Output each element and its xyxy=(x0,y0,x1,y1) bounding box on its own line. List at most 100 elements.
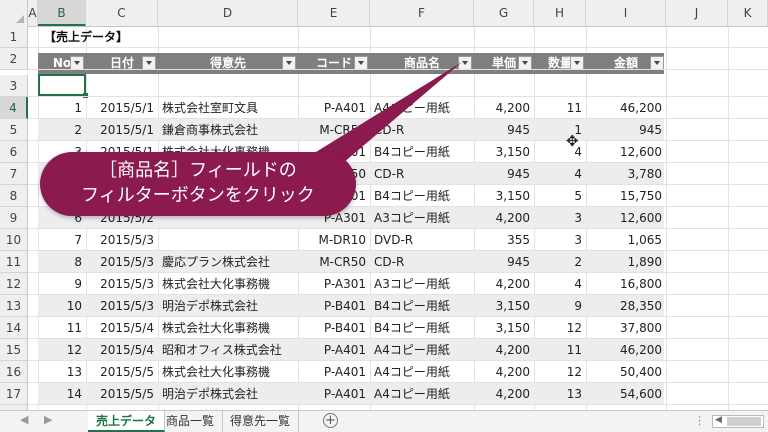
table-cell[interactable]: 慶応プラン株式会社 xyxy=(158,251,298,273)
table-cell[interactable]: B4コピー用紙 xyxy=(370,295,474,317)
table-row[interactable]: 7 2015/5/3 M-DR10 DVD-R 355 3 1,065 xyxy=(38,229,664,251)
table-cell[interactable]: 4 xyxy=(534,163,586,185)
table-cell[interactable]: 2015/5/5 xyxy=(86,383,158,405)
table-cell[interactable] xyxy=(158,229,298,251)
scroll-left-icon[interactable]: ◀ xyxy=(715,415,722,425)
table-cell[interactable]: M-DR10 xyxy=(298,229,370,251)
table-row[interactable]: 8 2015/5/3 慶応プラン株式会社 M-CR50 CD-R 945 2 1,890 xyxy=(38,251,664,273)
table-cell[interactable]: 鎌倉商事株式会社 xyxy=(158,119,298,141)
table-cell[interactable]: CD-R xyxy=(370,251,474,273)
table-cell[interactable]: 10 xyxy=(38,295,86,317)
scrollbar-thumb[interactable] xyxy=(727,417,761,426)
table-cell[interactable]: 3 xyxy=(534,207,586,229)
table-cell[interactable]: 13 xyxy=(38,361,86,383)
row-header-6[interactable]: 6 xyxy=(0,141,28,163)
table-row[interactable]: 13 2015/5/5 株式会社大化事務機 P-A401 A4コピー用紙 4,200 12 5… xyxy=(38,361,664,383)
table-cell[interactable]: 15,750 xyxy=(586,185,666,207)
column-header-e[interactable]: E xyxy=(298,0,370,26)
table-cell[interactable]: CD-R xyxy=(370,119,474,141)
table-cell[interactable]: 945 xyxy=(474,163,534,185)
table-cell[interactable]: 2015/5/3 xyxy=(86,251,158,273)
table-cell[interactable]: P-A401 xyxy=(298,361,370,383)
table-row[interactable]: 11 2015/5/4 株式会社大化事務機 P-B401 B4コピー用紙 3,150 12 3… xyxy=(38,317,664,339)
table-cell[interactable]: 11 xyxy=(38,317,86,339)
table-cell[interactable]: 株式会社大化事務機 xyxy=(158,273,298,295)
table-cell[interactable]: 4,200 xyxy=(474,273,534,295)
row-header-11[interactable]: 11 xyxy=(0,251,28,273)
tab-scroll-left-icon[interactable]: ◀ xyxy=(20,413,28,426)
table-cell[interactable]: 2015/5/3 xyxy=(86,229,158,251)
table-cell[interactable]: B4コピー用紙 xyxy=(370,317,474,339)
filter-dropdown-icon[interactable] xyxy=(282,56,296,70)
filter-dropdown-icon[interactable] xyxy=(650,56,664,70)
add-sheet-icon[interactable]: + xyxy=(323,413,338,428)
table-cell[interactable]: 2015/5/1 xyxy=(86,119,158,141)
table-cell[interactable]: 37,800 xyxy=(586,317,666,339)
column-header-g[interactable]: G xyxy=(474,0,534,26)
table-cell[interactable]: 54,600 xyxy=(586,383,666,405)
table-cell[interactable]: 12,600 xyxy=(586,207,666,229)
table-cell[interactable]: P-A401 xyxy=(298,339,370,361)
table-cell[interactable]: 945 xyxy=(586,119,666,141)
row-header-4[interactable]: 4 xyxy=(0,97,28,119)
table-cell[interactable]: 昭和オフィス株式会社 xyxy=(158,339,298,361)
table-cell[interactable]: 8 xyxy=(38,251,86,273)
tab-sales-data[interactable]: 売上データ xyxy=(88,411,166,432)
table-cell[interactable]: 945 xyxy=(474,119,534,141)
table-cell[interactable]: 3,150 xyxy=(474,185,534,207)
table-cell[interactable]: B4コピー用紙 xyxy=(370,141,474,163)
table-cell[interactable]: 3,150 xyxy=(474,295,534,317)
table-cell[interactable]: 50,400 xyxy=(586,361,666,383)
table-cell[interactable]: 3,150 xyxy=(474,317,534,339)
table-cell[interactable]: 2015/5/5 xyxy=(86,361,158,383)
column-header-d[interactable]: D xyxy=(158,0,298,26)
table-cell[interactable]: 11 xyxy=(534,97,586,119)
table-cell[interactable]: 7 xyxy=(38,229,86,251)
column-header-h[interactable]: H xyxy=(534,0,586,26)
tab-customer-list[interactable]: 得意先一覧 xyxy=(222,411,300,432)
table-cell[interactable]: 28,350 xyxy=(586,295,666,317)
table-cell[interactable]: A3コピー用紙 xyxy=(370,207,474,229)
row-header-17[interactable]: 17 xyxy=(0,383,28,405)
tab-product-list[interactable]: 商品一覧 xyxy=(158,411,224,432)
table-cell[interactable]: 14 xyxy=(38,383,86,405)
table-row[interactable]: 12 2015/5/4 昭和オフィス株式会社 P-A401 A4コピー用紙 4,200 11… xyxy=(38,339,664,361)
table-cell[interactable]: P-A401 xyxy=(298,383,370,405)
table-row[interactable]: 10 2015/5/3 明治デポ株式会社 P-B401 B4コピー用紙 3,150 9 28,… xyxy=(38,295,664,317)
filter-dropdown-icon[interactable] xyxy=(354,56,368,70)
table-cell[interactable]: 4 xyxy=(534,273,586,295)
horizontal-scrollbar[interactable]: ◀ xyxy=(712,415,764,428)
table-cell[interactable]: 9 xyxy=(534,295,586,317)
row-header-2[interactable]: 2 xyxy=(0,48,28,70)
table-cell[interactable]: 1,065 xyxy=(586,229,666,251)
table-cell[interactable]: A4コピー用紙 xyxy=(370,97,474,119)
table-row[interactable]: 1 2015/5/1 株式会社室町文具 P-A401 A4コピー用紙 4,200 11 46,… xyxy=(38,97,664,119)
table-cell[interactable]: 12,600 xyxy=(586,141,666,163)
table-cell[interactable]: B4コピー用紙 xyxy=(370,185,474,207)
table-cell[interactable]: 46,200 xyxy=(586,97,666,119)
table-cell[interactable]: 16,800 xyxy=(586,273,666,295)
table-cell[interactable]: A4コピー用紙 xyxy=(370,339,474,361)
table-cell[interactable]: 355 xyxy=(474,229,534,251)
table-cell[interactable]: P-B401 xyxy=(298,317,370,339)
table-cell[interactable]: 13 xyxy=(534,383,586,405)
table-cell[interactable]: 株式会社大化事務機 xyxy=(158,317,298,339)
row-header-9[interactable]: 9 xyxy=(0,207,28,229)
table-cell[interactable]: 945 xyxy=(474,251,534,273)
table-cell[interactable]: 明治デポ株式会社 xyxy=(158,383,298,405)
filter-dropdown-icon[interactable] xyxy=(458,56,472,70)
table-cell[interactable]: A4コピー用紙 xyxy=(370,361,474,383)
column-header-j[interactable]: J xyxy=(666,0,728,26)
column-header-b[interactable]: B xyxy=(38,0,86,26)
table-cell[interactable]: P-B401 xyxy=(298,295,370,317)
table-cell[interactable]: 2015/5/4 xyxy=(86,317,158,339)
table-cell[interactable]: 2 xyxy=(38,119,86,141)
table-cell[interactable]: 3,150 xyxy=(474,141,534,163)
filter-dropdown-icon[interactable] xyxy=(570,56,584,70)
column-header-f[interactable]: F xyxy=(370,0,474,26)
filter-dropdown-icon[interactable] xyxy=(142,56,156,70)
table-cell[interactable]: CD-R xyxy=(370,163,474,185)
table-cell[interactable]: 株式会社室町文具 xyxy=(158,97,298,119)
row-header-15[interactable]: 15 xyxy=(0,339,28,361)
table-cell[interactable]: 株式会社大化事務機 xyxy=(158,361,298,383)
